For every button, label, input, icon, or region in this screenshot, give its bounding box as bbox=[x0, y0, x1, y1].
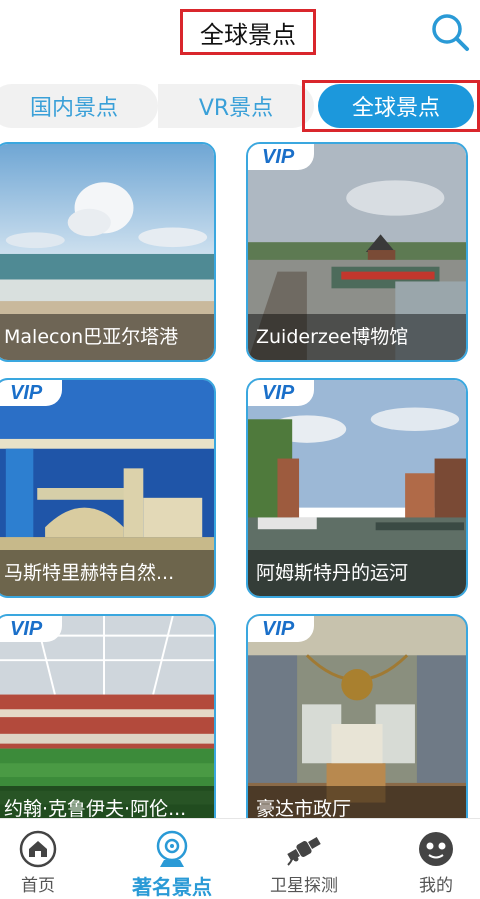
category-tabs: 国内景点 VR景点 全球景点 bbox=[0, 80, 480, 132]
tab-global[interactable]: 全球景点 bbox=[318, 84, 474, 128]
card-title: 马斯特里赫特自然... bbox=[0, 550, 214, 596]
camera-icon bbox=[156, 830, 188, 867]
card-title: 约翰·克鲁伊夫·阿伦... bbox=[0, 786, 214, 818]
attraction-card[interactable]: VIP 阿姆斯特丹的运河 bbox=[246, 378, 468, 598]
attraction-card[interactable]: VIP 马斯特里赫特自然... bbox=[0, 378, 216, 598]
home-icon bbox=[19, 830, 57, 868]
top-bar: 全球景点 bbox=[0, 0, 480, 64]
card-title: 阿姆斯特丹的运河 bbox=[248, 550, 466, 596]
card-title: Malecon巴亚尔塔港 bbox=[0, 314, 214, 360]
card-title: Zuiderzee博物馆 bbox=[248, 314, 466, 360]
nav-home[interactable]: 首页 bbox=[0, 819, 98, 899]
bottom-nav: 首页 著名景点 卫星探测 我的 bbox=[0, 818, 480, 899]
attraction-grid: Malecon巴亚尔塔港 VIP Zuiderzee博物馆 VIP 马斯特里赫特… bbox=[0, 140, 480, 818]
vip-badge: VIP bbox=[0, 380, 62, 406]
nav-famous-spots[interactable]: 著名景点 bbox=[112, 819, 232, 899]
attraction-card[interactable]: VIP 豪达市政厅 bbox=[246, 614, 468, 818]
nav-label: 首页 bbox=[21, 876, 55, 896]
attraction-card[interactable]: Malecon巴亚尔塔港 bbox=[0, 142, 216, 362]
vip-badge: VIP bbox=[248, 616, 314, 642]
search-icon[interactable] bbox=[428, 10, 472, 54]
nav-satellite[interactable]: 卫星探测 bbox=[244, 819, 364, 899]
page-title-box: 全球景点 bbox=[180, 9, 316, 55]
attraction-card[interactable]: VIP Zuiderzee博物馆 bbox=[246, 142, 468, 362]
tab-vr[interactable]: VR景点 bbox=[158, 84, 314, 128]
nav-mine[interactable]: 我的 bbox=[376, 819, 480, 899]
nav-label: 著名景点 bbox=[132, 875, 212, 899]
profile-icon bbox=[419, 832, 453, 866]
page-title: 全球景点 bbox=[200, 20, 296, 49]
vip-badge: VIP bbox=[248, 144, 314, 170]
tab-domestic[interactable]: 国内景点 bbox=[0, 84, 158, 128]
vip-badge: VIP bbox=[248, 380, 314, 406]
card-title: 豪达市政厅 bbox=[248, 786, 466, 818]
nav-label: 卫星探测 bbox=[270, 876, 338, 896]
satellite-icon bbox=[287, 837, 321, 866]
attraction-card[interactable]: VIP 约翰·克鲁伊夫·阿伦... bbox=[0, 614, 216, 818]
vip-badge: VIP bbox=[0, 616, 62, 642]
nav-label: 我的 bbox=[419, 876, 453, 896]
